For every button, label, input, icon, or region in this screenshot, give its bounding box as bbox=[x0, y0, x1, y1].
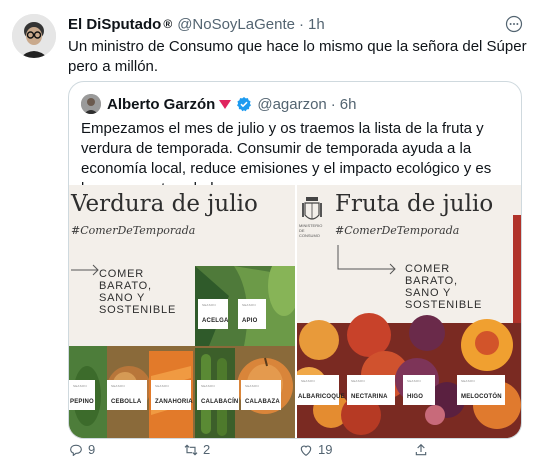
produce-label: SEASON NECTARINA bbox=[347, 375, 395, 405]
quoted-tweet[interactable]: Alberto Garzón @agarzon · 6h Empezamos e… bbox=[68, 81, 522, 439]
produce-label: SEASON APIO bbox=[238, 299, 266, 329]
separator-dot: · bbox=[298, 15, 304, 33]
retweet-count: 2 bbox=[203, 442, 211, 456]
produce-label: SEASON HIGO bbox=[403, 375, 435, 405]
fruits-image[interactable]: MINISTERIO DE CONSUMO Fruta de julio #Co… bbox=[297, 185, 521, 438]
share-icon bbox=[415, 443, 427, 455]
quoted-author-name: Alberto Garzón bbox=[107, 95, 216, 113]
produce-label: SEASON ALBARICOQUE bbox=[297, 375, 345, 405]
vegetables-photo-collage bbox=[69, 266, 295, 438]
heart-icon bbox=[300, 445, 312, 456]
verified-badge-icon bbox=[237, 97, 252, 112]
quoted-tweet-header: Alberto Garzón @agarzon · 6h bbox=[81, 94, 356, 114]
like-button[interactable]: 19 bbox=[298, 442, 413, 456]
produce-label: SEASON CALABAZA bbox=[241, 380, 281, 410]
produce-label: SEASON CEBOLLA bbox=[107, 380, 147, 410]
author-avatar[interactable] bbox=[12, 14, 56, 58]
tweet[interactable]: El DiSputado ® @NoSoyLaGente · 1h Un min… bbox=[0, 0, 534, 456]
media-grid: Verdura de julio #ComerDeTemporada COMER… bbox=[69, 185, 521, 438]
quoted-author-avatar bbox=[81, 94, 101, 114]
author-name[interactable]: El DiSputado bbox=[68, 16, 161, 33]
party-triangle-icon bbox=[219, 99, 232, 109]
vegetables-title: Verdura de julio bbox=[71, 191, 258, 217]
author-handle[interactable]: @NoSoyLaGente bbox=[177, 16, 295, 33]
tweet-time[interactable]: 1h bbox=[308, 16, 325, 33]
registered-mark: ® bbox=[163, 17, 173, 31]
quoted-author-handle: @agarzon bbox=[257, 95, 327, 113]
more-options-icon[interactable] bbox=[504, 14, 524, 34]
reply-button[interactable]: 9 bbox=[68, 442, 183, 456]
retweet-icon bbox=[184, 444, 198, 455]
produce-label: SEASON ZANAHORIA bbox=[151, 380, 193, 410]
tweet-header: El DiSputado ® @NoSoyLaGente · 1h bbox=[68, 13, 524, 35]
vegetables-image[interactable]: Verdura de julio #ComerDeTemporada COMER… bbox=[69, 185, 295, 438]
reply-count: 9 bbox=[88, 442, 96, 456]
produce-label: SEASON CALABACÍN bbox=[197, 380, 239, 410]
produce-label: SEASON MELOCOTÓN bbox=[457, 375, 505, 405]
produce-label: SEASON PEPINO bbox=[69, 380, 95, 410]
vegetables-hashtag: #ComerDeTemporada bbox=[71, 224, 196, 237]
tweet-actions: 9 2 19 bbox=[68, 442, 528, 456]
tweet-text: Un ministro de Consumo que hace lo mismo… bbox=[68, 38, 527, 75]
like-count: 19 bbox=[318, 442, 333, 456]
share-button[interactable] bbox=[413, 443, 528, 456]
quoted-tweet-time: 6h bbox=[339, 95, 357, 113]
separator-dot: · bbox=[330, 95, 336, 113]
produce-label: SEASON ACELGA bbox=[198, 299, 228, 329]
reply-icon bbox=[70, 444, 82, 456]
retweet-button[interactable]: 2 bbox=[183, 442, 298, 456]
